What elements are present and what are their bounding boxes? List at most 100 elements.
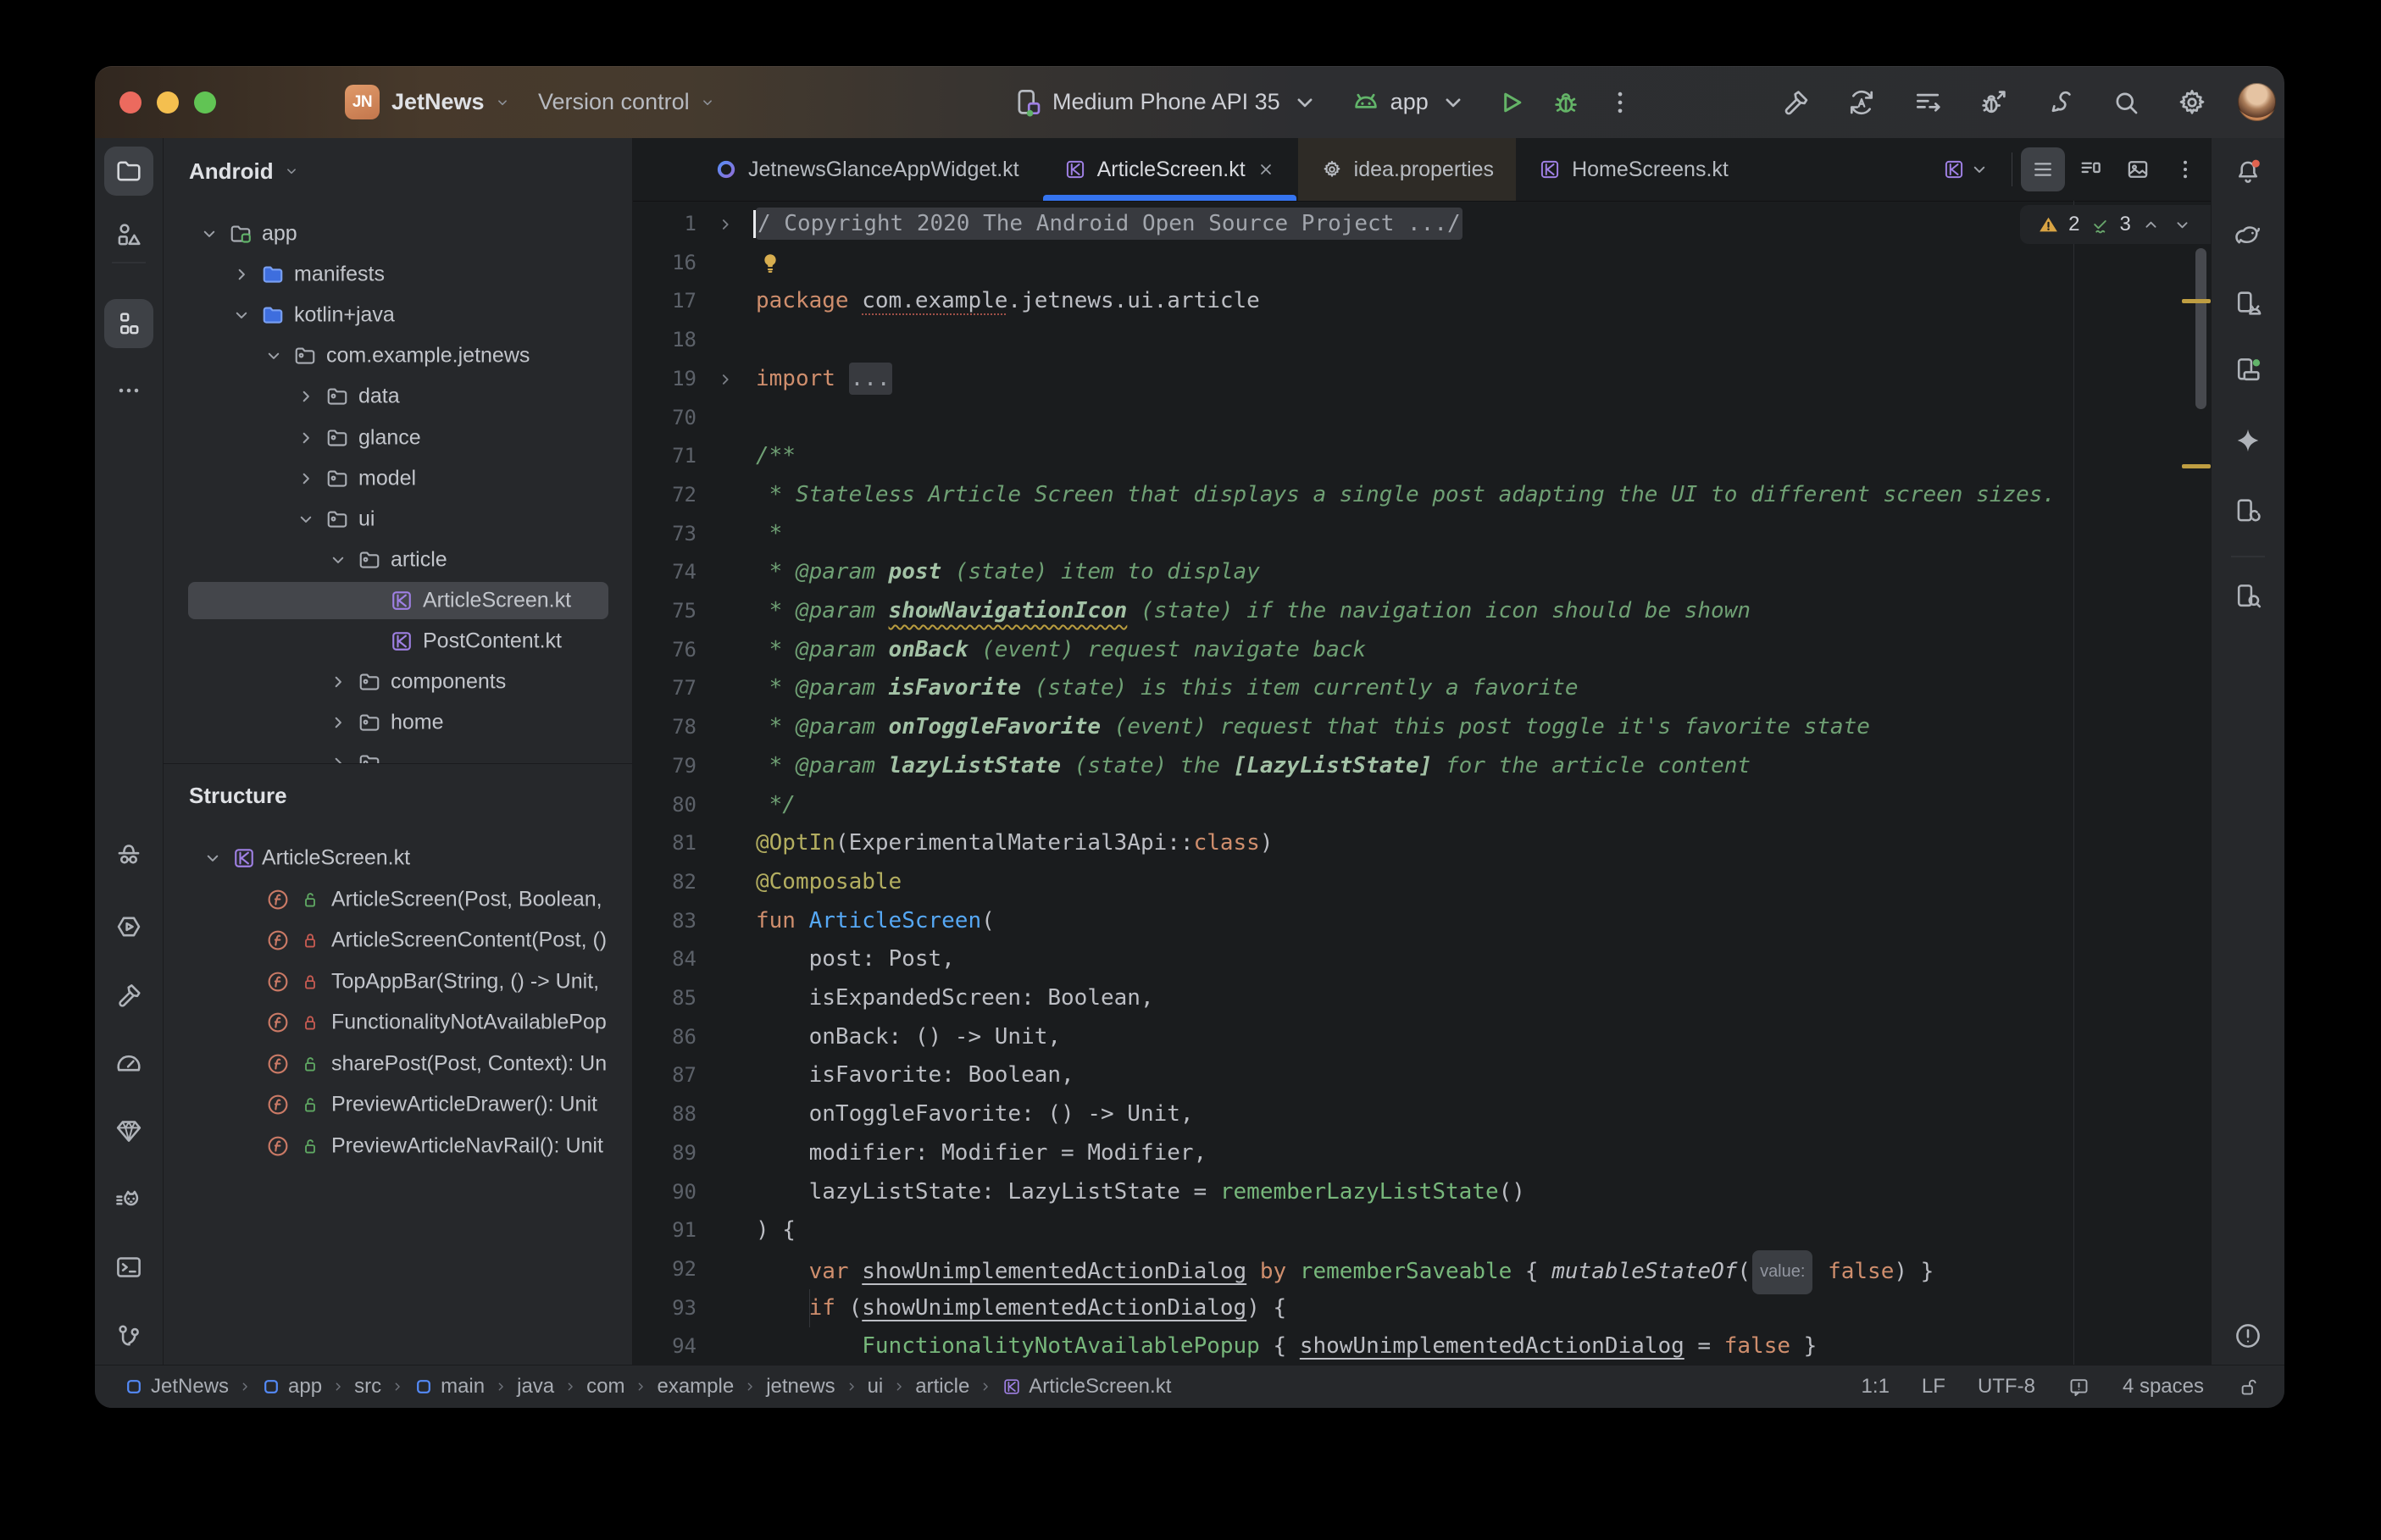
chevron-down-icon[interactable] (294, 507, 318, 531)
code-line[interactable]: 83fun ArticleScreen( (633, 902, 2211, 941)
tree-item-postcontent-kt[interactable]: PostContent.kt (164, 623, 632, 660)
next-problem-button[interactable] (2171, 213, 2194, 236)
structure-item[interactable]: PreviewArticleDrawer(): Unit (164, 1086, 632, 1123)
structure-item[interactable]: FunctionalityNotAvailablePop (164, 1004, 632, 1041)
notifications-button[interactable] (2223, 147, 2273, 197)
breadcrumb-item[interactable]: com (586, 1375, 624, 1399)
code-line[interactable]: 86 onBack: () -> Unit, (633, 1018, 2211, 1057)
breadcrumb-item[interactable]: ui (868, 1375, 884, 1399)
file-encoding[interactable]: UTF-8 (1978, 1375, 2035, 1399)
chevron-right-icon[interactable] (294, 385, 318, 408)
run-configuration-selector[interactable]: app (1350, 86, 1469, 119)
project-selector[interactable]: JetNews (391, 66, 512, 138)
code-line[interactable]: 74 * @param post (state) item to display (633, 553, 2211, 592)
project-view-selector[interactable]: Android (189, 150, 301, 192)
structure-item[interactable]: ArticleScreen(Post, Boolean, (164, 881, 632, 918)
code-line[interactable]: 16 (633, 244, 2211, 283)
code-line[interactable]: 75 * @param showNavigationIcon (state) i… (633, 592, 2211, 631)
code-line[interactable]: 85 isExpandedScreen: Boolean, (633, 979, 2211, 1018)
tab-jetnewsglanceappwidget-kt[interactable]: JetnewsGlanceAppWidget.kt (692, 138, 1041, 201)
breadcrumb-item[interactable]: JetNews (124, 1375, 229, 1399)
editor-screenshot-button[interactable] (2116, 147, 2160, 191)
previous-problem-button[interactable] (2140, 213, 2162, 236)
warning-stripe-mark[interactable] (2182, 464, 2211, 468)
code-line[interactable]: 94 FunctionalityNotAvailablePopup { show… (633, 1327, 2211, 1366)
tab-homescreens-kt[interactable]: HomeScreens.kt (1516, 138, 1751, 201)
code-line[interactable]: 73 * (633, 515, 2211, 554)
intention-bulb-icon[interactable] (758, 251, 783, 276)
chevron-down-icon[interactable] (230, 303, 253, 327)
run-button[interactable] (1485, 75, 1539, 130)
tree-item-article[interactable]: article (164, 541, 632, 579)
editor-scrollbar[interactable] (2195, 248, 2206, 409)
close-icon[interactable] (1256, 159, 1276, 180)
breadcrumb-item[interactable]: app (261, 1375, 322, 1399)
tree-item-components[interactable]: components (164, 663, 632, 701)
play-hexagon-tool-button[interactable] (104, 902, 153, 951)
attach-debugger-button[interactable] (1967, 75, 2021, 130)
sync-gradle-button[interactable] (1834, 75, 1889, 130)
code-line[interactable]: 92 var showUnimplementedActionDialog by … (633, 1250, 2211, 1289)
device-mirroring-tool-button[interactable] (2223, 486, 2273, 535)
breadcrumb-item[interactable]: ArticleScreen.kt (1002, 1375, 1171, 1399)
tree-item-home[interactable]: home (164, 704, 632, 741)
structure-item[interactable]: TopAppBar(String, () -> Unit, (164, 963, 632, 1000)
code-line[interactable]: 93 if (showUnimplementedActionDialog) { (633, 1289, 2211, 1328)
feedback-icon[interactable] (2067, 1376, 2090, 1399)
logcat-tool-button[interactable] (104, 1175, 153, 1224)
structure-tool-button[interactable] (104, 299, 153, 348)
code-line[interactable]: 82@Composable (633, 863, 2211, 902)
incognito-tool-button[interactable] (104, 830, 153, 879)
tree-item-data[interactable]: data (164, 378, 632, 415)
tree-item-app[interactable]: app (164, 215, 632, 252)
code-line[interactable]: 80 */ (633, 786, 2211, 825)
profiler-button[interactable] (1901, 75, 1955, 130)
tab-list-button[interactable] (2021, 147, 2065, 191)
code-line[interactable]: 81@OptIn(ExperimentalMaterial3Api::class… (633, 824, 2211, 863)
app-quality-insights-tool-button[interactable] (104, 1106, 153, 1155)
code-area[interactable]: 1/ Copyright 2020 The Android Open Sourc… (633, 201, 2211, 1366)
code-line[interactable]: 79 * @param lazyListState (state) the [L… (633, 747, 2211, 786)
tree-item-model[interactable]: model (164, 460, 632, 497)
code-line[interactable]: 89 modifier: Modifier = Modifier, (633, 1134, 2211, 1173)
code-line[interactable]: 91) { (633, 1211, 2211, 1250)
code-line[interactable]: 90 lazyListState: LazyListState = rememb… (633, 1173, 2211, 1212)
caret-position[interactable]: 1:1 (1862, 1375, 1890, 1399)
breadcrumb-item[interactable]: example (657, 1375, 734, 1399)
terminal-tool-button[interactable] (104, 1243, 153, 1292)
code-line[interactable]: 17package com.example.jetnews.ui.article (633, 282, 2211, 321)
code-line[interactable]: 72 * Stateless Article Screen that displ… (633, 476, 2211, 515)
code-line[interactable]: 1/ Copyright 2020 The Android Open Sourc… (633, 205, 2211, 244)
breadcrumb-item[interactable]: main (413, 1375, 485, 1399)
breadcrumb-item[interactable]: jetnews (766, 1375, 835, 1399)
avatar[interactable] (2238, 83, 2276, 121)
chevron-right-icon[interactable] (294, 426, 318, 450)
chevron-down-icon[interactable] (201, 846, 225, 870)
hidden-tabs-dropdown[interactable] (1942, 138, 2003, 201)
vcs-widget[interactable]: Version control (538, 66, 717, 138)
structure-item[interactable]: ArticleScreen.kt (164, 839, 632, 877)
fold-marker-icon[interactable] (714, 213, 736, 235)
code-line[interactable]: 78 * @param onToggleFavorite (event) req… (633, 708, 2211, 747)
close-window-button[interactable] (119, 91, 142, 114)
build-tool-button[interactable] (104, 971, 153, 1020)
inspection-widget[interactable]: 2 3 (2020, 205, 2211, 244)
settings-button[interactable] (2165, 75, 2219, 130)
gradle-tool-button[interactable] (2223, 212, 2273, 261)
problems-tool-button[interactable] (2223, 1311, 2273, 1360)
version-control-tool-button[interactable] (104, 1311, 153, 1360)
code-line[interactable]: 76 * @param onBack (event) request navig… (633, 631, 2211, 670)
tree-item-articlescreen-kt[interactable]: ArticleScreen.kt (164, 582, 632, 619)
minimize-window-button[interactable] (157, 91, 179, 114)
tree-item[interactable] (164, 745, 632, 763)
chevron-right-icon[interactable] (294, 467, 318, 490)
running-devices-tool-button[interactable] (2223, 346, 2273, 395)
breadcrumb-item[interactable]: java (517, 1375, 554, 1399)
write-access-icon[interactable] (2236, 1376, 2259, 1399)
split-editor-button[interactable] (2068, 147, 2112, 191)
build-button[interactable] (1768, 75, 1823, 130)
code-line[interactable]: 88 onToggleFavorite: () -> Unit, (633, 1095, 2211, 1134)
code-line[interactable]: 87 isFavorite: Boolean, (633, 1056, 2211, 1095)
editor-options-button[interactable] (2163, 147, 2207, 191)
fold-marker-icon[interactable] (714, 368, 736, 391)
